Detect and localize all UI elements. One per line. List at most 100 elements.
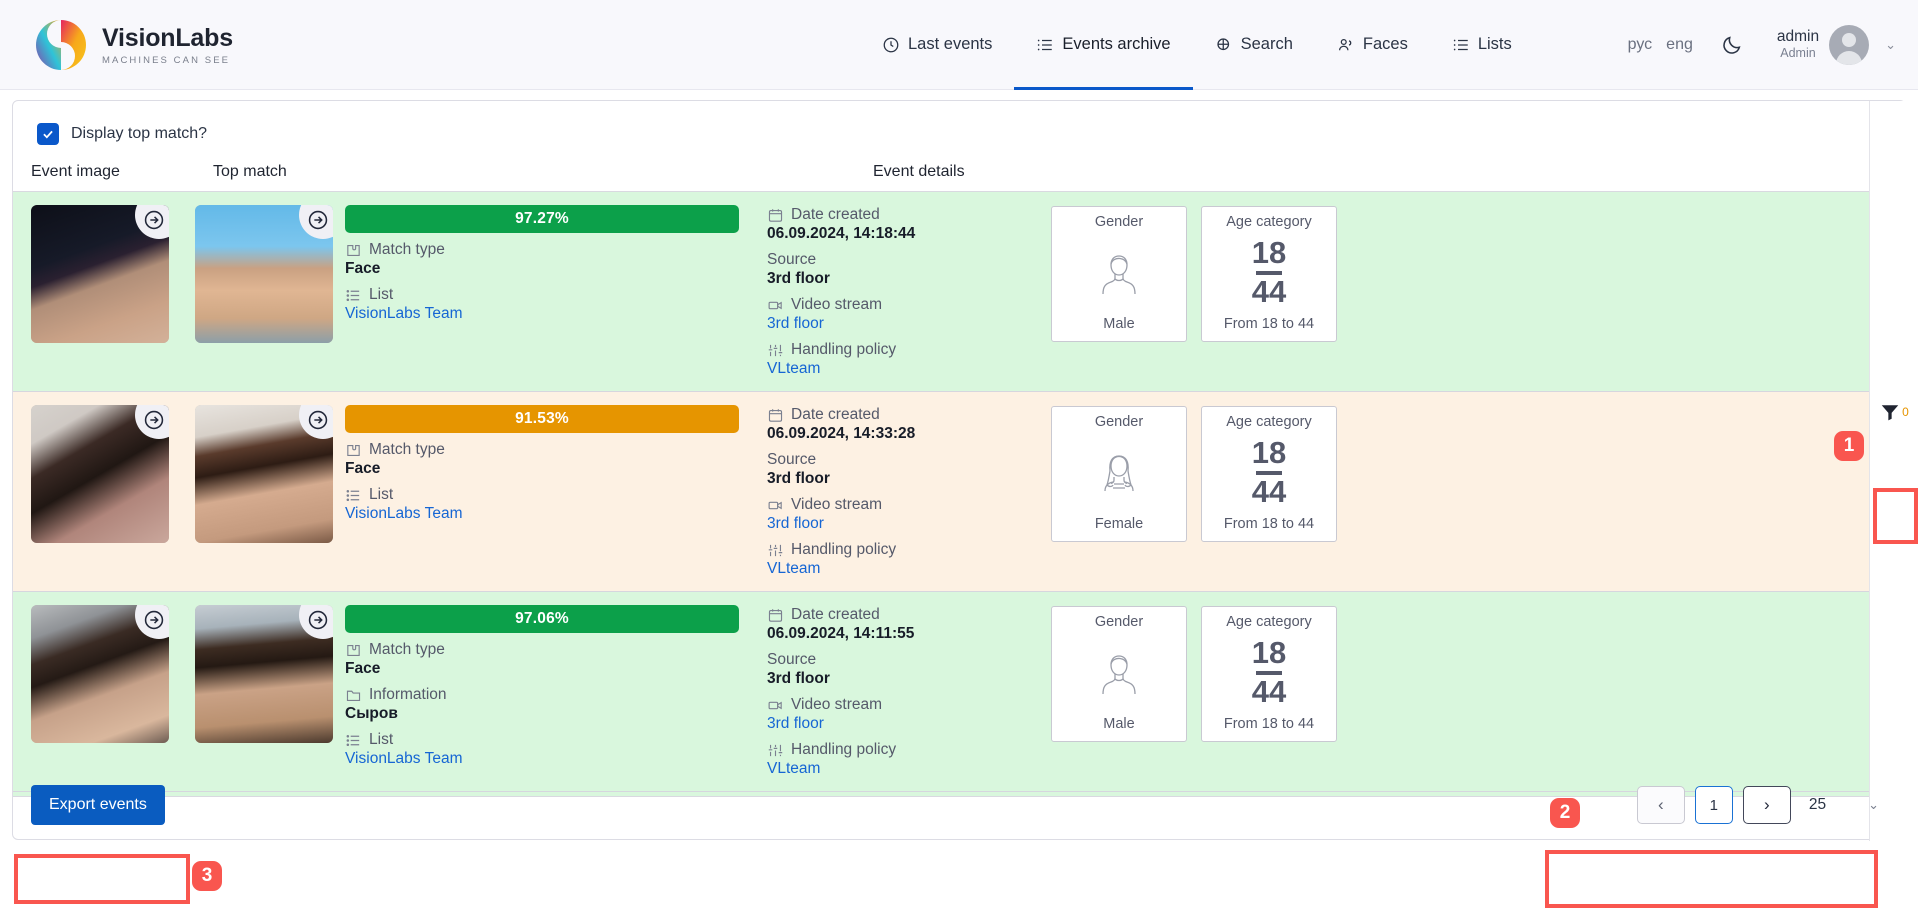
video-stream-link[interactable]: 3rd floor [767,715,1041,733]
arrow-right-circle-icon [307,609,329,631]
filter-count-badge: 0 [1902,405,1909,419]
visionlabs-logo-icon [34,18,88,72]
sliders-icon [767,542,784,559]
event-thumbnail[interactable] [31,205,169,343]
filter-button[interactable]: 0 [1873,391,1915,433]
header-right-controls: рус eng admin Admin ⌄ [1628,25,1896,65]
age-category-title: Age category [1226,414,1311,430]
folder-icon [345,687,362,704]
date-created-field: Date created 06.09.2024, 14:33:28 [767,406,1041,443]
top-match-image-cell [181,192,331,391]
pagination: ‹ 1 › 25 ⌄ [1637,786,1879,824]
age-category-value: From 18 to 44 [1224,516,1314,532]
list-icon [345,487,362,504]
calendar-icon [767,407,784,424]
annotation-box-export [14,854,190,904]
match-thumbnail[interactable] [195,205,333,343]
video-stream-field: Video stream 3rd floor [767,296,1041,333]
date-created-label: Date created [791,606,880,624]
avatar [1829,25,1869,65]
video-camera-icon [767,697,784,714]
check-icon [41,127,55,141]
match-type-value: Face [345,260,739,278]
gender-female-icon [1089,430,1149,516]
page-size-value: 25 [1809,796,1826,814]
moon-icon[interactable] [1721,34,1743,56]
source-field: Source 3rd floor [767,251,1041,288]
age-range-graphic: 18 44 [1252,239,1286,306]
age-to: 44 [1252,278,1286,307]
export-events-button[interactable]: Export events [31,785,165,825]
display-top-match-checkbox[interactable] [37,123,59,145]
chevron-down-icon[interactable]: ⌄ [1885,37,1896,53]
event-thumbnail[interactable] [31,405,169,543]
table-row[interactable]: 97.27% Match type Face [13,192,1871,392]
nav-label: Last events [908,35,992,54]
event-details-cell: Date created 06.09.2024, 14:11:55 Source… [761,592,1041,791]
video-camera-icon [767,497,784,514]
match-thumbnail[interactable] [195,605,333,743]
gender-male-icon [1089,230,1149,316]
source-value: 3rd floor [767,270,1041,288]
information-field: Information Сыров [345,686,739,723]
match-type-field: Match type Face [345,641,739,678]
list-icon [345,287,362,304]
nav-item-search[interactable]: Search [1193,0,1315,90]
handling-policy-field: Handling policy VLteam [767,341,1041,378]
match-score-badge: 91.53% [345,405,739,433]
age-range-graphic: 18 44 [1252,639,1286,706]
events-rows: 97.27% Match type Face [13,192,1871,797]
table-row[interactable]: 97.06% Match type Face [13,592,1871,792]
event-thumbnail[interactable] [31,605,169,743]
gender-value: Female [1095,516,1143,532]
list-field: List VisionLabs Team [345,486,739,523]
age-from: 18 [1252,239,1286,268]
lang-en[interactable]: eng [1666,36,1693,54]
brand-tagline: MACHINES CAN SEE [102,55,233,66]
arrow-right-circle-icon [143,409,165,431]
language-switcher[interactable]: рус eng [1628,36,1693,54]
main-navigation: Last events Events archive Search [860,0,1534,90]
nav-item-last-events[interactable]: Last events [860,0,1014,90]
match-score-cell: 91.53% Match type Face [331,392,761,591]
video-stream-link[interactable]: 3rd floor [767,315,1041,333]
match-type-label: Match type [369,641,445,659]
next-page-button[interactable]: › [1743,786,1791,824]
user-menu[interactable]: admin Admin ⌄ [1777,25,1896,65]
nav-label: Lists [1478,35,1512,54]
lang-ru[interactable]: рус [1628,36,1653,54]
match-type-label: Match type [369,241,445,259]
handling-policy-link[interactable]: VLteam [767,560,1041,578]
brand-logo[interactable]: VisionLabs MACHINES CAN SEE [34,18,233,72]
user-role: Admin [1777,46,1819,60]
event-details-cell: Date created 06.09.2024, 14:33:28 Source… [761,392,1041,591]
page-size-select[interactable]: 25 ⌄ [1809,796,1879,814]
clock-icon [882,36,900,54]
list-field: List VisionLabs Team [345,286,739,323]
match-thumbnail[interactable] [195,405,333,543]
gender-box: Gender Female [1051,406,1187,542]
page-number[interactable]: 1 [1695,786,1733,824]
filter-rail: 0 [1869,101,1917,841]
sliders-icon [767,342,784,359]
age-to: 44 [1252,478,1286,507]
list-value-link[interactable]: VisionLabs Team [345,505,739,523]
age-category-title: Age category [1226,614,1311,630]
table-row[interactable]: 91.53% Match type Face [13,392,1871,592]
list-value-link[interactable]: VisionLabs Team [345,750,739,768]
date-created-value: 06.09.2024, 14:33:28 [767,425,1041,443]
arrow-right-circle-icon [143,609,165,631]
nav-item-events-archive[interactable]: Events archive [1014,0,1192,90]
match-type-label: Match type [369,441,445,459]
event-image-cell [13,592,181,791]
age-to: 44 [1252,678,1286,707]
handling-policy-link[interactable]: VLteam [767,360,1041,378]
sliders-icon [767,742,784,759]
nav-item-lists[interactable]: Lists [1430,0,1534,90]
information-value: Сыров [345,705,739,723]
video-stream-link[interactable]: 3rd floor [767,515,1041,533]
list-value-link[interactable]: VisionLabs Team [345,305,739,323]
nav-item-faces[interactable]: Faces [1315,0,1430,90]
match-score-cell: 97.06% Match type Face [331,592,761,791]
prev-page-button[interactable]: ‹ [1637,786,1685,824]
